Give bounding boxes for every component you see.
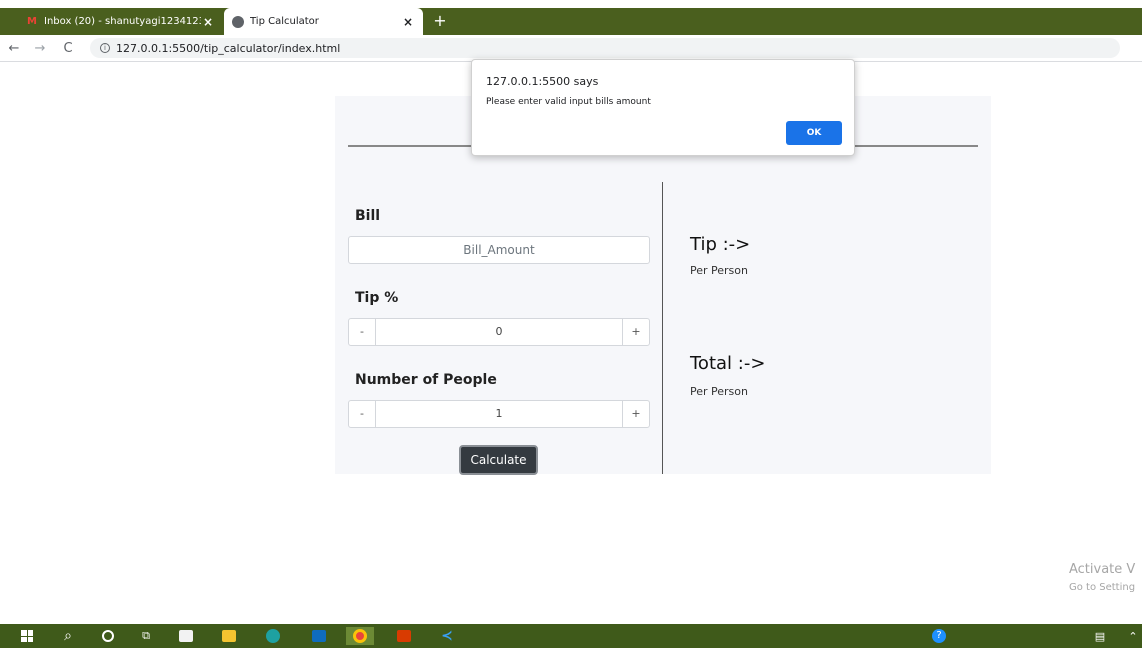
- tip-increment-button[interactable]: +: [622, 318, 650, 346]
- file-explorer-icon[interactable]: [221, 627, 237, 645]
- tip-percent-stepper: - 0 +: [348, 318, 650, 346]
- edge-icon[interactable]: [264, 627, 282, 645]
- forward-arrow-icon[interactable]: →: [30, 41, 50, 56]
- mail-icon[interactable]: [310, 627, 328, 645]
- gmail-icon: M: [27, 16, 37, 27]
- tab-label: Tip Calculator: [250, 16, 319, 27]
- tip-result-title: Tip :->: [690, 234, 751, 255]
- people-input[interactable]: 1: [376, 400, 623, 428]
- tab-inbox[interactable]: M Inbox (20) - shanutyagi12341234 ×: [18, 8, 223, 35]
- tip-decrement-button[interactable]: -: [348, 318, 376, 346]
- dialog-title: 127.0.0.1:5500 says: [486, 75, 599, 88]
- browser-toolbar: ← → C i 127.0.0.1:5500/tip_calculator/in…: [0, 35, 1142, 62]
- activation-watermark-title: Activate V: [1069, 562, 1136, 577]
- people-increment-button[interactable]: +: [622, 400, 650, 428]
- task-view-icon[interactable]: ⧉: [138, 627, 154, 645]
- dialog-message: Please enter valid input bills amount: [486, 97, 651, 107]
- chrome-icon[interactable]: [346, 627, 374, 645]
- activation-watermark-subtitle: Go to Setting: [1069, 582, 1136, 593]
- column-divider: [662, 182, 663, 474]
- help-icon[interactable]: ?: [931, 627, 947, 645]
- store-icon[interactable]: [178, 627, 194, 645]
- total-result-subtitle: Per Person: [690, 385, 748, 398]
- cortana-icon[interactable]: [100, 627, 116, 645]
- keyboard-icon[interactable]: ▤: [1092, 627, 1108, 645]
- people-decrement-button[interactable]: -: [348, 400, 376, 428]
- address-bar[interactable]: i 127.0.0.1:5500/tip_calculator/index.ht…: [90, 38, 1120, 58]
- tip-result-subtitle: Per Person: [690, 264, 748, 277]
- reload-icon[interactable]: C: [58, 41, 78, 56]
- total-result-title: Total :->: [690, 353, 766, 374]
- tab-label: Inbox (20) - shanutyagi12341234: [44, 16, 201, 27]
- bill-label: Bill: [355, 208, 381, 224]
- close-icon[interactable]: ×: [401, 15, 415, 29]
- url-text: 127.0.0.1:5500/tip_calculator/index.html: [116, 41, 341, 55]
- tip-percent-input[interactable]: 0: [376, 318, 623, 346]
- chevron-up-icon[interactable]: ⌃: [1126, 627, 1140, 645]
- calculate-button[interactable]: Calculate: [459, 445, 538, 475]
- back-arrow-icon[interactable]: ←: [4, 41, 24, 56]
- number-of-people-label: Number of People: [355, 372, 497, 388]
- new-tab-button[interactable]: +: [430, 11, 450, 31]
- windows-start-icon[interactable]: [20, 627, 34, 645]
- tab-tip-calculator[interactable]: Tip Calculator ×: [224, 8, 423, 35]
- vscode-icon[interactable]: ≺: [438, 627, 456, 645]
- globe-icon: [232, 15, 244, 28]
- screen: M Inbox (20) - shanutyagi12341234 × Tip …: [0, 0, 1142, 648]
- alert-dialog: 127.0.0.1:5500 says Please enter valid i…: [471, 59, 855, 156]
- bill-amount-input[interactable]: Bill_Amount: [348, 236, 650, 264]
- people-stepper: - 1 +: [348, 400, 650, 428]
- tip-percent-label: Tip %: [355, 290, 399, 306]
- browser-tab-strip: M Inbox (20) - shanutyagi12341234 × Tip …: [0, 8, 1142, 35]
- office-icon[interactable]: [396, 627, 412, 645]
- search-icon[interactable]: ⌕: [60, 627, 76, 645]
- taskbar: ⌕ ⧉ ≺ ? ▤ ⌃: [0, 624, 1142, 648]
- info-icon[interactable]: i: [100, 43, 110, 53]
- ok-button[interactable]: OK: [786, 121, 842, 145]
- close-icon[interactable]: ×: [201, 15, 215, 29]
